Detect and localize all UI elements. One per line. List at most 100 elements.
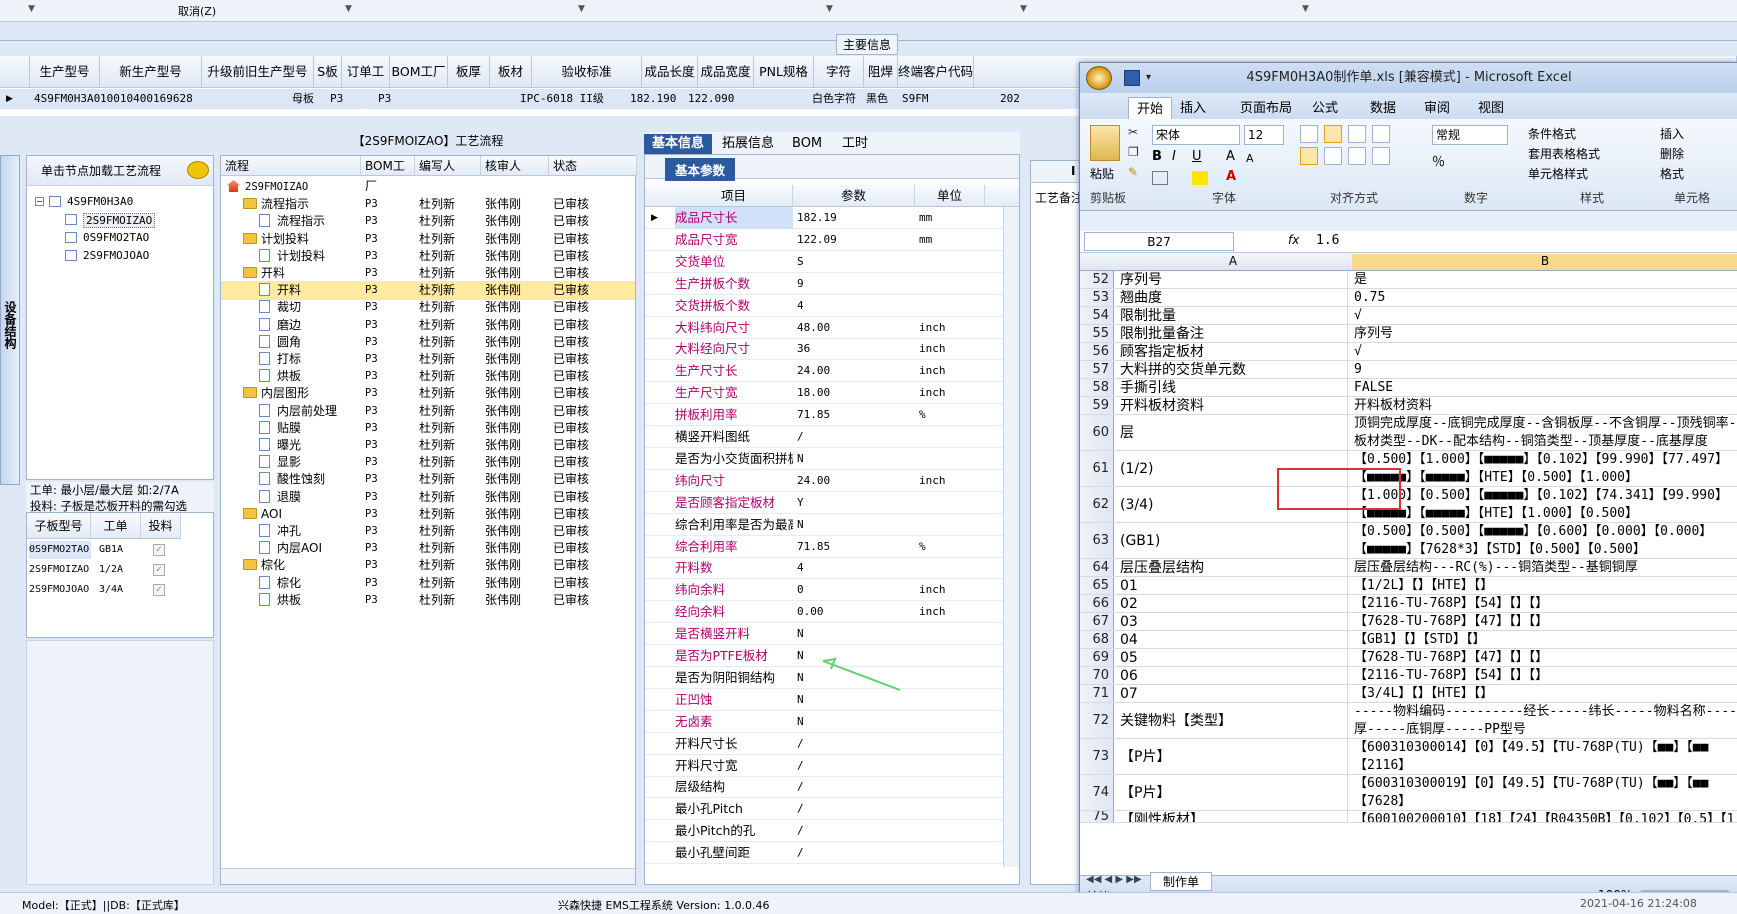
wrap-text-icon[interactable] bbox=[1372, 125, 1390, 143]
process-row[interactable]: 棕化 P3 杜列新 张伟刚 已审核 bbox=[221, 574, 635, 593]
column-header[interactable]: 生产型号 bbox=[30, 56, 100, 88]
param-row[interactable]: 成品尺寸宽 122.09 mm bbox=[645, 229, 1019, 251]
process-row[interactable]: 计划投料 P3 杜列新 张伟刚 已审核 bbox=[221, 230, 635, 249]
param-value[interactable]: / bbox=[797, 426, 804, 448]
param-value[interactable]: S bbox=[797, 251, 804, 273]
formula-input[interactable]: 1.6 bbox=[1316, 233, 1339, 248]
param-value[interactable]: / bbox=[797, 820, 804, 842]
sheet-row[interactable]: 64 层压叠层结构 层压叠层结构---RC(%)---铜箔类型--基铜铜厚 bbox=[1080, 559, 1737, 577]
cell-a[interactable]: 限制批量 bbox=[1118, 307, 1348, 324]
column-header-b[interactable]: B bbox=[1352, 254, 1737, 270]
sheet-row[interactable]: 60 层顶铜完成厚度--底铜完成厚度--含铜板厚--不含铜厚--顶残铜率--底 板材… bbox=[1080, 415, 1737, 451]
row-number[interactable]: 70 bbox=[1080, 667, 1114, 684]
param-row[interactable]: 交货拼板个数 4 bbox=[645, 295, 1019, 317]
ribbon-tab[interactable]: 审阅 bbox=[1424, 97, 1450, 116]
row-number[interactable]: 54 bbox=[1080, 307, 1114, 324]
font-size-select[interactable]: 12 bbox=[1244, 125, 1284, 145]
cell-a[interactable]: 序列号 bbox=[1118, 271, 1348, 288]
align-left-icon[interactable] bbox=[1300, 147, 1318, 165]
row-number[interactable]: 72 bbox=[1080, 703, 1114, 738]
sheet-row[interactable]: 72 关键物料【类型】 -----物料编码----------经长-----纬长--… bbox=[1080, 703, 1737, 739]
align-center-icon[interactable] bbox=[1324, 147, 1342, 165]
sheet-row[interactable]: 68 04 【GB1】【】【STD】【】 bbox=[1080, 631, 1737, 649]
param-value[interactable]: N bbox=[797, 711, 804, 733]
process-row[interactable]: AOI P3 杜列新 张伟刚 已审核 bbox=[221, 505, 635, 524]
sheet-row[interactable]: 57 大料拼的交货单元数 9 bbox=[1080, 361, 1737, 379]
column-header[interactable]: 板材 bbox=[490, 56, 532, 88]
tree-node[interactable]: 2S9FMOIZAO bbox=[83, 213, 156, 228]
feed-checkbox[interactable]: ✓ bbox=[153, 584, 165, 596]
tree-node[interactable]: 2S9FMOJOAO bbox=[83, 249, 149, 262]
cell-b[interactable]: 【600100200010】【18】【24】【R04350B】【0.102】【0… bbox=[1352, 811, 1737, 822]
row-number[interactable]: 67 bbox=[1080, 613, 1114, 630]
sub-grid-header[interactable]: 投料 bbox=[141, 513, 181, 539]
chevron-down-icon[interactable]: ▼ bbox=[28, 4, 35, 14]
sub-grid-header[interactable]: 工单 bbox=[91, 513, 141, 539]
params-column-header[interactable]: 单位 bbox=[915, 185, 985, 207]
process-row[interactable]: 开料 P3 杜列新 张伟刚 已审核 bbox=[221, 264, 635, 283]
process-row[interactable]: 棕化 P3 杜列新 张伟刚 已审核 bbox=[221, 556, 635, 575]
param-value[interactable]: 0.00 bbox=[797, 601, 824, 623]
cell-a[interactable]: 限制批量备注 bbox=[1118, 325, 1348, 342]
process-row[interactable]: 显影 P3 杜列新 张伟刚 已审核 bbox=[221, 453, 635, 472]
param-value[interactable]: 36 bbox=[797, 338, 810, 360]
cell-a[interactable]: 翘曲度 bbox=[1118, 289, 1348, 306]
chevron-down-icon[interactable]: ▼ bbox=[1302, 4, 1309, 14]
param-row[interactable]: 综合利用率是否为最高 N bbox=[645, 514, 1019, 536]
column-header[interactable]: 字符 bbox=[814, 56, 864, 88]
row-number[interactable]: 75 bbox=[1080, 811, 1114, 822]
param-row[interactable]: 综合利用率 71.85% bbox=[645, 536, 1019, 558]
sub-board-order[interactable]: GB1A bbox=[99, 541, 123, 559]
param-value[interactable]: / bbox=[797, 842, 804, 864]
process-row[interactable]: 裁切 P3 杜列新 张伟刚 已审核 bbox=[221, 298, 635, 317]
cell-b[interactable]: 【1.000】【0.500】【■■■■■】【0.102】【74.341】【99.… bbox=[1352, 487, 1737, 522]
param-value[interactable]: 182.19 bbox=[797, 207, 837, 229]
align-middle-icon[interactable] bbox=[1324, 125, 1342, 143]
tree-node[interactable]: 0S9FMO2TAO bbox=[83, 231, 149, 244]
param-row[interactable]: 纬向余料 0 inch bbox=[645, 579, 1019, 602]
feed-checkbox[interactable]: ✓ bbox=[153, 564, 165, 576]
row-number[interactable]: 61 bbox=[1080, 451, 1114, 486]
column-header[interactable]: 新生产型号 bbox=[100, 56, 202, 88]
param-value[interactable]: 0 bbox=[797, 579, 804, 601]
param-value[interactable]: 24.00 bbox=[797, 470, 830, 492]
cell-b[interactable]: FALSE bbox=[1352, 379, 1737, 396]
process-column-header[interactable]: 状态 bbox=[549, 156, 637, 176]
sheet-row[interactable]: 55 限制批量备注 序列号 bbox=[1080, 325, 1737, 343]
param-row[interactable]: 最小Pitch的孔 / bbox=[645, 820, 1019, 843]
param-row[interactable]: 开料尺寸宽 / bbox=[645, 755, 1019, 777]
format-as-table-button[interactable]: 套用表格格式 bbox=[1528, 145, 1600, 162]
row-number[interactable]: 63 bbox=[1080, 523, 1114, 558]
paste-label[interactable]: 粘贴 bbox=[1090, 165, 1114, 182]
process-row[interactable]: 贴膜 P3 杜列新 张伟刚 已审核 bbox=[221, 419, 635, 438]
column-header[interactable]: PNL规格 bbox=[754, 56, 814, 88]
equipment-structure-tab[interactable]: 设备结构 bbox=[0, 155, 20, 485]
column-header[interactable]: 板厚 bbox=[448, 56, 490, 88]
cell-a[interactable]: 层 bbox=[1118, 415, 1348, 450]
row-number[interactable]: 60 bbox=[1080, 415, 1114, 450]
param-row[interactable]: 最小孔壁间距 / bbox=[645, 842, 1019, 865]
cell-a[interactable]: 【P片】 bbox=[1118, 739, 1348, 774]
process-row[interactable]: 烘板 P3 杜列新 张伟刚 已审核 bbox=[221, 591, 635, 610]
sheet-row[interactable]: 54 限制批量 √ bbox=[1080, 307, 1737, 325]
row-number[interactable]: 58 bbox=[1080, 379, 1114, 396]
param-value[interactable]: N bbox=[797, 514, 804, 536]
copy-icon[interactable]: ❐ bbox=[1128, 145, 1139, 159]
sheet-nav-icon[interactable]: ◀◀ ◀ ▶ ▶▶ bbox=[1086, 874, 1142, 885]
param-row[interactable]: 是否顾客指定板材 Y bbox=[645, 492, 1019, 514]
chevron-down-icon[interactable]: ▼ bbox=[345, 4, 352, 14]
cell-a[interactable]: 层压叠层结构 bbox=[1118, 559, 1348, 576]
column-header[interactable]: 成品宽度 bbox=[698, 56, 754, 88]
row-number[interactable]: 64 bbox=[1080, 559, 1114, 576]
cell-b[interactable]: √ bbox=[1352, 343, 1737, 360]
delete-cells-button[interactable]: 删除 bbox=[1660, 145, 1684, 162]
bold-button[interactable]: B bbox=[1152, 149, 1162, 164]
feed-checkbox[interactable]: ✓ bbox=[153, 544, 165, 556]
number-format-select[interactable]: 常规 bbox=[1432, 125, 1508, 145]
param-row[interactable]: 经向余料 0.00 inch bbox=[645, 601, 1019, 624]
sheet-row[interactable]: 52 序列号是 bbox=[1080, 271, 1737, 289]
param-row[interactable]: 开料数 4 bbox=[645, 557, 1019, 580]
cell-style-button[interactable]: 单元格样式 bbox=[1528, 165, 1588, 182]
params-column-header[interactable]: 项目 bbox=[675, 185, 793, 207]
sheet-tab[interactable]: 制作单 bbox=[1150, 872, 1213, 891]
